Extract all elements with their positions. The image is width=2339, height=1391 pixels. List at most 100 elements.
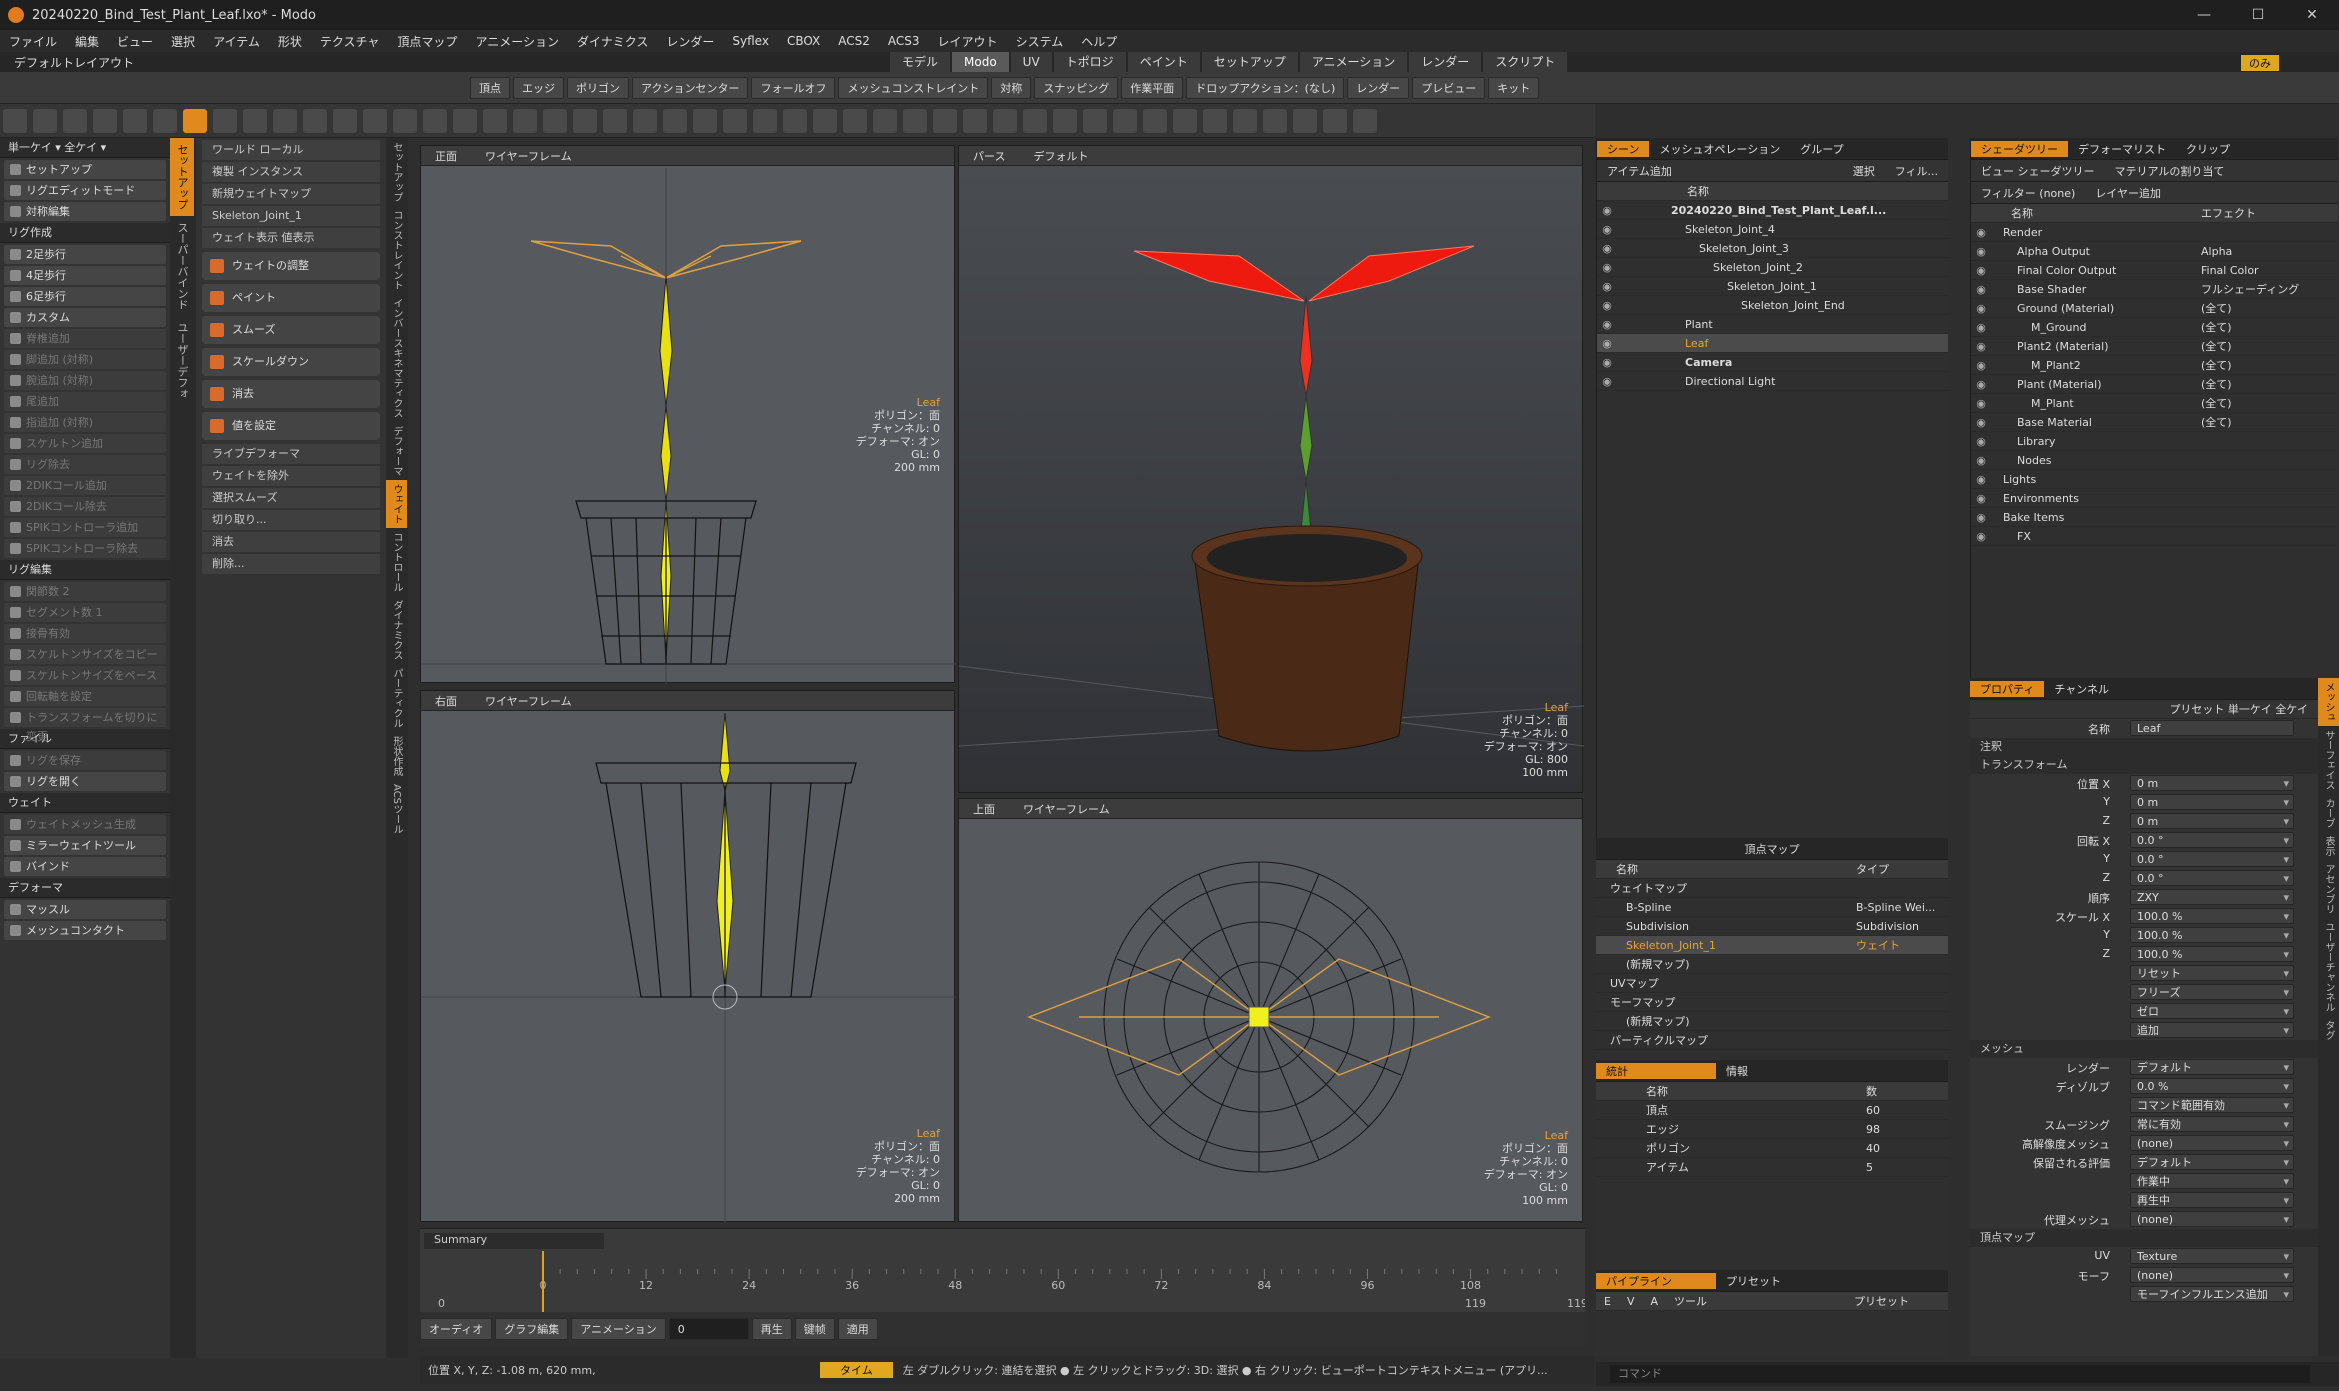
- menu-item[interactable]: ダイナミクス: [568, 33, 657, 50]
- shader-item[interactable]: ◉ Environments: [1971, 489, 2338, 508]
- property-section[interactable]: トランスフォーム: [1970, 756, 2318, 774]
- tool-icon[interactable]: [183, 109, 207, 133]
- tool-icon[interactable]: [123, 109, 147, 133]
- vertical-tab[interactable]: サーフェイス: [2318, 726, 2339, 794]
- weight-tool-item[interactable]: 消去: [202, 532, 380, 552]
- vertical-tab[interactable]: アセンブリ: [2318, 860, 2339, 918]
- property-section[interactable]: メッシュ: [1970, 1040, 2318, 1058]
- play-button[interactable]: 再生: [751, 1318, 792, 1340]
- tool-icon[interactable]: [453, 109, 477, 133]
- select-button[interactable]: 選択: [1843, 163, 1885, 179]
- vertical-tab[interactable]: デフォーマ: [386, 422, 407, 480]
- visibility-eye-icon[interactable]: ◉: [1597, 334, 1617, 353]
- vertical-tab[interactable]: セットアップ: [170, 138, 194, 216]
- property-value[interactable]: デフォルト: [2130, 1154, 2294, 1171]
- tool-icon[interactable]: [723, 109, 747, 133]
- scene-item[interactable]: ◉ Skeleton_Joint_End: [1597, 296, 1948, 315]
- vertical-tab[interactable]: セットアップ: [386, 138, 407, 206]
- property-value[interactable]: リセット: [2130, 965, 2294, 982]
- vertical-tab[interactable]: ACSツール: [386, 780, 407, 838]
- stats-row[interactable]: ポリゴン 40: [1596, 1139, 1948, 1158]
- tool-icon[interactable]: [213, 109, 237, 133]
- visibility-eye-icon[interactable]: ◉: [1597, 277, 1617, 296]
- filter-button[interactable]: フィル...: [1885, 163, 1948, 179]
- toolbar-button[interactable]: 作業平面: [1121, 76, 1184, 99]
- weight-tool-item[interactable]: ライブデフォーマ: [202, 444, 380, 464]
- vertical-tab[interactable]: 表示: [2318, 832, 2339, 860]
- menu-item[interactable]: レイアウト: [929, 33, 1007, 50]
- left-tool-button[interactable]: 2DIKコール除去: [4, 497, 166, 516]
- tool-icon[interactable]: [1233, 109, 1257, 133]
- property-value[interactable]: 追加: [2130, 1022, 2294, 1039]
- left-tool-button[interactable]: 脊椎追加: [4, 329, 166, 348]
- scene-tab[interactable]: グループ: [1790, 141, 1853, 157]
- property-value[interactable]: 0.0 °: [2130, 870, 2294, 887]
- stats-tab[interactable]: 情報: [1716, 1063, 1836, 1079]
- weight-tool-item[interactable]: 新規ウェイトマップ: [202, 184, 380, 204]
- visibility-eye-icon[interactable]: ◉: [1597, 220, 1617, 239]
- shader-item[interactable]: ◉ Plant (Material) (全て): [1971, 375, 2338, 394]
- menu-item[interactable]: ビュー: [108, 33, 162, 50]
- visibility-eye-icon[interactable]: ◉: [1971, 489, 1991, 508]
- vertical-tab[interactable]: コンストレイント: [386, 206, 407, 294]
- property-value[interactable]: 0.0 °: [2130, 851, 2294, 868]
- tool-icon[interactable]: [3, 109, 27, 133]
- weight-tool-item[interactable]: ペイント: [202, 284, 380, 312]
- scene-tab[interactable]: シーン: [1597, 140, 1650, 157]
- left-tool-button[interactable]: スケルトン追加: [4, 434, 166, 453]
- left-tool-button[interactable]: リグを開く: [4, 772, 166, 791]
- left-tool-button[interactable]: トランスフォームを切りに変更: [4, 708, 166, 743]
- weight-tool-item[interactable]: 消去: [202, 380, 380, 408]
- menu-item[interactable]: ACS3: [879, 34, 929, 48]
- property-section[interactable]: 頂点マップ: [1970, 1229, 2318, 1247]
- left-tool-button[interactable]: SPIKコントローラ追加: [4, 518, 166, 537]
- stats-tab[interactable]: 統計: [1596, 1062, 1716, 1079]
- tool-icon[interactable]: [1023, 109, 1047, 133]
- stats-row[interactable]: エッジ 98: [1596, 1120, 1948, 1139]
- tool-icon[interactable]: [693, 109, 717, 133]
- visibility-eye-icon[interactable]: ◉: [1971, 451, 1991, 470]
- vertex-map-row[interactable]: ウェイトマップ: [1596, 879, 1948, 898]
- toolbar-button[interactable]: エッジ: [513, 76, 564, 99]
- property-value[interactable]: フリーズ: [2130, 984, 2294, 1001]
- vertical-tab[interactable]: タグ: [2318, 1016, 2339, 1044]
- left-tool-button[interactable]: リグエディットモード: [4, 181, 166, 200]
- toolbar-button[interactable]: フォールオフ: [751, 76, 836, 99]
- property-value[interactable]: ゼロ: [2130, 1003, 2294, 1020]
- tool-icon[interactable]: [1263, 109, 1287, 133]
- toolbar-button[interactable]: スナッピング: [1034, 76, 1119, 99]
- visibility-eye-icon[interactable]: ◉: [1597, 353, 1617, 372]
- tool-icon[interactable]: [873, 109, 897, 133]
- property-value[interactable]: 再生中: [2130, 1192, 2294, 1209]
- visibility-eye-icon[interactable]: ◉: [1597, 201, 1617, 220]
- toolbar-button[interactable]: ポリゴン: [567, 76, 629, 99]
- tool-icon[interactable]: [1113, 109, 1137, 133]
- shader-item[interactable]: ◉ M_Ground (全て): [1971, 318, 2338, 337]
- viewport-front[interactable]: 正面 ワイヤーフレーム Leaf ポリゴン：面 チャンネル: 0 デフォーマ: オン GL…: [420, 145, 956, 684]
- shader-item[interactable]: ◉ Library: [1971, 432, 2338, 451]
- add-layer-dropdown[interactable]: レイヤー追加: [2085, 185, 2171, 201]
- weight-tool-item[interactable]: 複製 インスタンス: [202, 162, 380, 182]
- command-input[interactable]: コマンド: [1610, 1365, 2310, 1383]
- left-tool-button[interactable]: セットアップ: [4, 160, 166, 179]
- frame-field[interactable]: 0: [668, 1318, 749, 1340]
- tool-icon[interactable]: [273, 109, 297, 133]
- toolbar-button[interactable]: キット: [1488, 76, 1540, 99]
- shader-item[interactable]: ◉ Final Color Output Final Color: [1971, 261, 2338, 280]
- weight-tool-item[interactable]: ウェイトの調整: [202, 252, 380, 280]
- vertex-map-row[interactable]: Skeleton_Joint_1 ウェイト: [1596, 936, 1948, 955]
- vertical-tab[interactable]: インバースキネマティクス: [386, 294, 407, 422]
- visibility-eye-icon[interactable]: ◉: [1597, 296, 1617, 315]
- visibility-eye-icon[interactable]: ◉: [1971, 337, 1991, 356]
- menu-item[interactable]: 頂点マップ: [388, 33, 466, 50]
- scene-item[interactable]: ◉ Skeleton_Joint_3: [1597, 239, 1948, 258]
- menu-item[interactable]: 形状: [269, 33, 311, 50]
- viewport-right[interactable]: 右面 ワイヤーフレーム Leaf ポリゴン：面 チャンネル: 0 デフォーマ: オン GL…: [420, 690, 956, 1223]
- left-tool-button[interactable]: SPIKコントローラ除去: [4, 539, 166, 558]
- scene-tab[interactable]: メッシュオペレーション: [1649, 141, 1790, 157]
- visibility-eye-icon[interactable]: ◉: [1971, 413, 1991, 432]
- left-tool-button[interactable]: 回転軸を設定: [4, 687, 166, 706]
- layout-selector[interactable]: デフォルトレイアウト: [0, 54, 134, 71]
- key-button[interactable]: 键帧: [794, 1318, 835, 1340]
- left-tool-button[interactable]: 尾追加: [4, 392, 166, 411]
